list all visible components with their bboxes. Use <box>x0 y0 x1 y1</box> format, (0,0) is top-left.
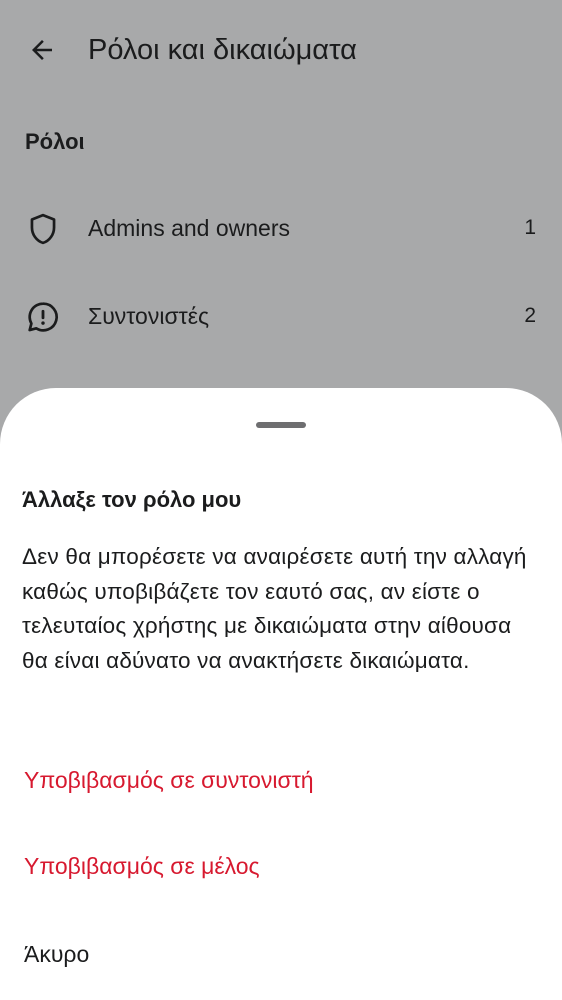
cancel-label: Άκυρο <box>24 941 90 967</box>
role-row-admins-and-owners[interactable]: Admins and owners 1 <box>0 188 562 268</box>
change-role-bottom-sheet: Άλλαξε τον ρόλο μου Δεν θα μπορέσετε να … <box>0 388 562 1000</box>
role-count: 1 <box>524 216 536 239</box>
demote-to-member-button[interactable]: Υποβιβασμός σε μέλος <box>0 828 562 908</box>
demote-to-moderator-label: Υποβιβασμός σε συντονιστή <box>24 767 314 793</box>
drag-handle[interactable] <box>256 422 306 428</box>
sheet-title: Άλλαξε τον ρόλο μου <box>22 487 242 512</box>
demote-to-member-label: Υποβιβασμός σε μέλος <box>24 853 260 879</box>
role-count: 2 <box>524 304 536 327</box>
role-row-moderators[interactable]: Συντονιστές 2 <box>0 276 562 356</box>
cancel-button[interactable]: Άκυρο <box>0 916 562 996</box>
role-label: Συντονιστές <box>88 303 210 329</box>
chat-alert-icon <box>28 302 58 332</box>
back-button[interactable] <box>18 26 66 74</box>
shield-icon <box>30 213 56 245</box>
roles-section-heading: Ρόλοι <box>25 129 85 154</box>
top-app-bar: Ρόλοι και δικαιώματα <box>0 0 562 100</box>
sheet-warning-text: Δεν θα μπορέσετε να αναιρέσετε αυτή την … <box>22 544 527 673</box>
page-title: Ρόλοι και δικαιώματα <box>88 34 357 66</box>
demote-to-moderator-button[interactable]: Υποβιβασμός σε συντονιστή <box>0 742 562 822</box>
arrow-left-icon <box>32 40 52 60</box>
role-label: Admins and owners <box>88 215 290 241</box>
